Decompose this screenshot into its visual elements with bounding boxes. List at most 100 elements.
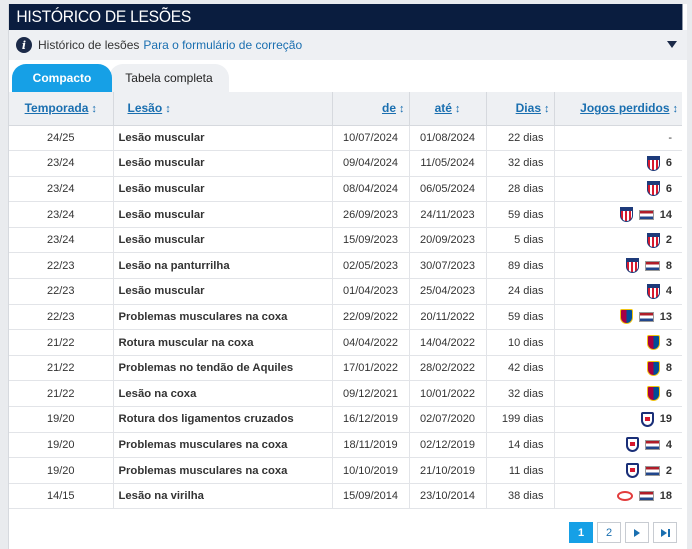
barcelona-crest-icon[interactable]: [619, 309, 633, 325]
games-missed-cell: -: [554, 125, 682, 152]
until-date-cell: 23/10/2014: [409, 483, 487, 510]
from-date-cell: 09/12/2021: [332, 380, 410, 408]
days-cell: 10 dias: [486, 329, 555, 356]
table-row: 22/23 Lesão muscular 01/04/2023 25/04/2023 2…: [9, 278, 682, 305]
injury-cell: Lesão na virilha: [113, 483, 333, 510]
column-header-injury[interactable]: Lesão ↕: [113, 92, 333, 126]
page-2-button[interactable]: 2: [597, 522, 621, 543]
table-row: 19/20 Rotura dos ligamentos cruzados 16/12…: [9, 406, 682, 433]
games-missed-cell: 13: [554, 304, 682, 331]
barcelona-crest-icon[interactable]: [646, 386, 660, 402]
days-cell: 28 dias: [486, 176, 555, 203]
games-missed-count: 3: [665, 336, 672, 349]
column-header-days[interactable]: Dias ↕: [486, 92, 555, 126]
column-header-until[interactable]: até ↕: [409, 92, 487, 126]
from-date-cell: 15/09/2023: [332, 227, 410, 254]
table-header-row: Temporada ↕ Lesão ↕ de ↕ até ↕ Dias ↕ Jogos p…: [9, 92, 682, 126]
atletico-madrid-crest-icon[interactable]: [646, 181, 660, 197]
chevron-down-icon[interactable]: [667, 41, 677, 48]
column-header-season[interactable]: Temporada ↕: [9, 92, 114, 126]
days-cell: 14 dias: [486, 432, 555, 459]
until-date-cell: 02/12/2019: [409, 432, 487, 459]
injury-cell: Lesão muscular: [113, 176, 333, 203]
last-page-button[interactable]: [653, 522, 677, 543]
games-missed-cell: 6: [554, 150, 682, 177]
from-date-cell: 17/01/2022: [332, 355, 410, 382]
days-cell: 11 dias: [486, 457, 555, 484]
psv-crest-icon[interactable]: [616, 491, 633, 502]
until-date-cell: 30/07/2023: [409, 252, 487, 280]
sort-icon[interactable]: ↕: [91, 103, 97, 115]
sort-icon[interactable]: ↕: [165, 103, 171, 115]
atletico-madrid-crest-icon[interactable]: [646, 232, 660, 248]
injury-cell: Lesão muscular: [113, 278, 333, 305]
games-missed-count: 6: [665, 387, 672, 400]
lyon-crest-icon[interactable]: [640, 411, 654, 427]
until-date-cell: 25/04/2023: [409, 278, 487, 305]
barcelona-crest-icon[interactable]: [646, 335, 660, 351]
injury-history-panel: HISTÓRICO DE LESÕES i Histórico de lesõe…: [8, 4, 687, 549]
days-cell: 89 dias: [486, 252, 555, 280]
injury-cell: Lesão na coxa: [113, 380, 333, 408]
sort-icon[interactable]: ↕: [455, 103, 461, 115]
lyon-crest-icon[interactable]: [625, 437, 639, 453]
injury-cell: Rotura muscular na coxa: [113, 329, 333, 356]
atletico-madrid-crest-icon[interactable]: [646, 155, 660, 171]
injury-cell: Lesão na panturrilha: [113, 252, 333, 280]
season-cell: 23/24: [9, 176, 114, 203]
season-cell: 23/24: [9, 201, 114, 228]
lyon-crest-icon[interactable]: [625, 463, 639, 479]
netherlands-flag-icon: [638, 311, 654, 322]
correction-form-link[interactable]: Para o formulário de correção: [143, 38, 302, 52]
season-cell: 22/23: [9, 278, 114, 305]
column-header-from[interactable]: de ↕: [332, 92, 410, 126]
days-cell: 199 dias: [486, 406, 555, 433]
injury-cell: Lesão muscular: [113, 150, 333, 177]
season-cell: 21/22: [9, 355, 114, 382]
page-1-button[interactable]: 1: [569, 522, 593, 543]
games-missed-count: 4: [665, 438, 672, 451]
games-missed-count: 14: [659, 208, 672, 221]
atletico-madrid-crest-icon[interactable]: [646, 283, 660, 299]
season-cell: 23/24: [9, 150, 114, 177]
info-bar[interactable]: i Histórico de lesões Para o formulário …: [9, 30, 687, 60]
days-cell: 42 dias: [486, 355, 555, 382]
pagination: 1 2: [569, 522, 677, 543]
until-date-cell: 01/08/2024: [409, 125, 487, 152]
from-date-cell: 26/09/2023: [332, 201, 410, 228]
injury-table: Temporada ↕ Lesão ↕ de ↕ até ↕ Dias ↕ Jogos p…: [9, 92, 682, 510]
games-missed-count: 8: [665, 259, 672, 272]
view-tabs: Tabela completa Compacto: [9, 64, 687, 92]
sort-icon[interactable]: ↕: [544, 103, 550, 115]
until-date-cell: 02/07/2020: [409, 406, 487, 433]
days-cell: 38 dias: [486, 483, 555, 510]
games-missed-cell: 6: [554, 176, 682, 203]
from-date-cell: 10/10/2019: [332, 457, 410, 484]
sort-icon[interactable]: ↕: [673, 103, 679, 115]
table-row: 14/15 Lesão na virilha 15/09/2014 23/10/201…: [9, 483, 682, 510]
days-cell: 32 dias: [486, 380, 555, 408]
until-date-cell: 14/04/2022: [409, 329, 487, 356]
column-header-games-missed[interactable]: Jogos perdidos ↕: [554, 92, 682, 126]
games-missed-cell: 8: [554, 355, 682, 382]
atletico-madrid-crest-icon[interactable]: [625, 258, 639, 274]
games-missed-count: 13: [659, 310, 672, 323]
days-cell: 59 dias: [486, 201, 555, 228]
until-date-cell: 28/02/2022: [409, 355, 487, 382]
until-date-cell: 24/11/2023: [409, 201, 487, 228]
netherlands-flag-icon: [638, 209, 654, 220]
atletico-madrid-crest-icon[interactable]: [619, 207, 633, 223]
injury-cell: Lesão muscular: [113, 125, 333, 152]
netherlands-flag-icon: [644, 260, 660, 271]
next-page-button[interactable]: [625, 522, 649, 543]
barcelona-crest-icon[interactable]: [646, 360, 660, 376]
table-row: 23/24 Lesão muscular 26/09/2023 24/11/2023 5…: [9, 201, 682, 228]
sort-icon[interactable]: ↕: [399, 103, 405, 115]
tab-compact[interactable]: Compacto: [12, 64, 112, 92]
games-missed-cell: 3: [554, 329, 682, 356]
season-cell: 19/20: [9, 457, 114, 484]
season-cell: 22/23: [9, 304, 114, 331]
table-body: 24/25 Lesão muscular 10/07/2024 01/08/2024 2…: [9, 125, 682, 510]
from-date-cell: 15/09/2014: [332, 483, 410, 510]
tab-full-table[interactable]: Tabela completa: [109, 64, 229, 92]
